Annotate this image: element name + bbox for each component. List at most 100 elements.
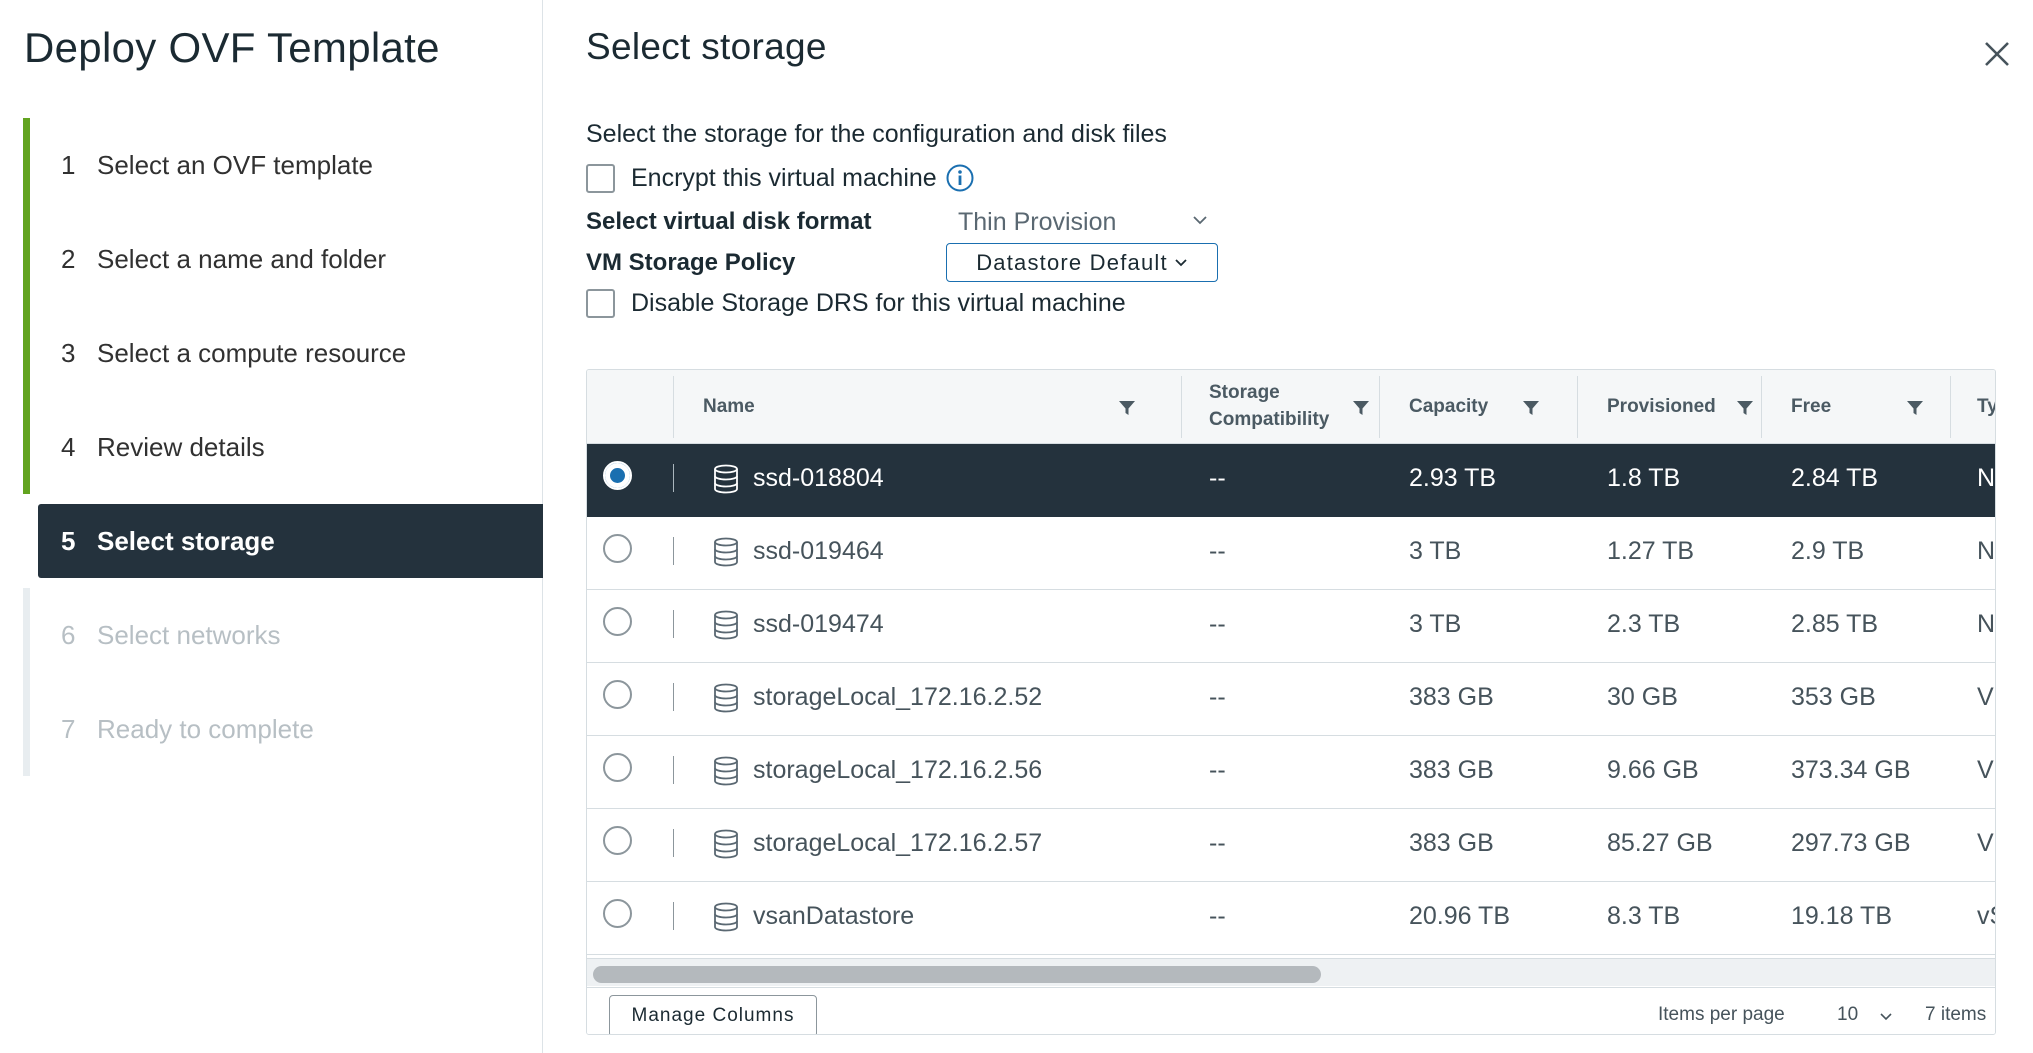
filter-icon[interactable] (1352, 399, 1370, 417)
row-radio-button[interactable] (603, 680, 632, 709)
scrollbar-thumb[interactable] (593, 966, 1321, 983)
cell-storage-compatibility: -- (1209, 610, 1226, 638)
cell-free: 19.18 TB (1791, 902, 1893, 930)
wizard-step-7: 7 Ready to complete (23, 682, 543, 776)
disable-drs-row: Disable Storage DRS for this virtual mac… (586, 289, 1126, 318)
row-separator (673, 902, 674, 930)
row-separator (673, 683, 674, 711)
encrypt-checkbox[interactable] (586, 163, 615, 193)
horizontal-scrollbar[interactable] (587, 958, 1995, 986)
column-separator (1761, 376, 1762, 438)
row-separator (673, 756, 674, 784)
row-radio-button[interactable] (603, 826, 632, 855)
row-separator (673, 464, 674, 492)
datastore-icon (714, 829, 738, 859)
table-row[interactable]: ssd-018804 -- 2.93 TB 1.8 TB 2.84 TB NF (587, 444, 1995, 517)
row-separator (673, 829, 674, 857)
column-separator (1379, 376, 1380, 438)
close-button[interactable] (1977, 34, 2017, 74)
chevron-down-icon (1193, 216, 1207, 225)
wizard-step-1[interactable]: 1 Select an OVF template (23, 118, 543, 212)
filter-icon[interactable] (1736, 399, 1754, 417)
datastore-grid: Name Storage Compatibility Capacity Prov… (586, 369, 1996, 1035)
wizard-steps: 1 Select an OVF template 2 Select a name a… (23, 118, 543, 776)
table-row[interactable]: vsanDatastore -- 20.96 TB 8.3 TB 19.18 TB vS (587, 882, 1995, 955)
disable-drs-checkbox[interactable] (586, 289, 615, 318)
cell-provisioned: 2.3 TB (1607, 610, 1681, 638)
step-number: 2 (61, 243, 76, 274)
cell-storage-compatibility: -- (1209, 537, 1226, 565)
cell-capacity: 3 TB (1409, 537, 1462, 565)
row-radio-button[interactable] (603, 534, 632, 563)
wizard-step-2[interactable]: 2 Select a name and folder (23, 212, 543, 306)
page-title: Select storage (586, 26, 827, 67)
storage-policy-dropdown[interactable]: Datastore Default (946, 243, 1218, 282)
column-header-capacity[interactable]: Capacity (1409, 370, 1488, 444)
cell-storage-compatibility: -- (1209, 464, 1226, 492)
cell-capacity: 383 GB (1409, 829, 1494, 857)
table-row[interactable]: storageLocal_172.16.2.52 -- 383 GB 30 GB 353… (587, 663, 1995, 736)
cell-type: NF (1977, 537, 1996, 565)
cell-free: 297.73 GB (1791, 829, 1911, 857)
cell-type: VI (1977, 756, 1995, 784)
cell-provisioned: 30 GB (1607, 683, 1678, 711)
table-row[interactable]: storageLocal_172.16.2.56 -- 383 GB 9.66 GB 3… (587, 736, 1995, 809)
disk-format-label: Select virtual disk format (586, 208, 872, 235)
cell-storage-compatibility: -- (1209, 683, 1226, 711)
column-header-name[interactable]: Name (703, 370, 755, 444)
items-per-page-value: 10 (1837, 1004, 1859, 1025)
step-progress-rail (23, 682, 30, 776)
wizard-nav: Deploy OVF Template 1 Select an OVF templ… (0, 0, 543, 1053)
step-number: 4 (61, 431, 76, 462)
chevron-down-icon (1880, 1013, 1892, 1021)
cell-capacity: 383 GB (1409, 683, 1494, 711)
cell-provisioned: 9.66 GB (1607, 756, 1699, 784)
column-header-provisioned[interactable]: Provisioned (1607, 370, 1716, 444)
column-header-storage-compatibility[interactable]: Storage Compatibility (1209, 370, 1329, 444)
cell-capacity: 2.93 TB (1409, 464, 1497, 492)
cell-capacity: 20.96 TB (1409, 902, 1511, 930)
step-number: 7 (61, 713, 76, 744)
cell-type: vS (1977, 902, 1995, 930)
column-header-type[interactable]: Ty (1977, 370, 1995, 444)
main-panel: Select storage Select the storage for th… (544, 0, 2033, 1053)
table-row[interactable]: ssd-019464 -- 3 TB 1.27 TB 2.9 TB NF (587, 517, 1995, 590)
step-number: 5 (61, 525, 76, 556)
info-icon[interactable] (945, 163, 975, 193)
items-count: 7 items (1925, 1004, 1987, 1025)
chevron-down-icon (1175, 258, 1187, 266)
step-number: 3 (61, 337, 76, 368)
cell-provisioned: 8.3 TB (1607, 902, 1681, 930)
manage-columns-button[interactable]: Manage Columns (609, 995, 817, 1034)
cell-free: 2.85 TB (1791, 610, 1879, 638)
row-radio-button[interactable] (603, 899, 632, 928)
table-row[interactable]: ssd-019474 -- 3 TB 2.3 TB 2.85 TB NF (587, 590, 1995, 663)
column-header-line: Storage (1209, 382, 1280, 404)
items-per-page-label: Items per page (1658, 1004, 1785, 1025)
cell-type: VI (1977, 683, 1995, 711)
wizard-step-3[interactable]: 3 Select a compute resource (23, 306, 543, 400)
filter-icon[interactable] (1906, 399, 1924, 417)
disk-format-select[interactable]: Thin Provision (956, 204, 1216, 240)
column-header-free[interactable]: Free (1791, 370, 1831, 444)
row-radio-button[interactable] (603, 753, 632, 782)
step-label: Select a compute resource (97, 337, 407, 368)
cell-free: 2.9 TB (1791, 537, 1865, 565)
row-separator (673, 610, 674, 638)
row-radio-button[interactable] (603, 461, 632, 490)
cell-capacity: 3 TB (1409, 610, 1462, 638)
wizard-step-4[interactable]: 4 Review details (23, 400, 543, 494)
cell-storage-compatibility: -- (1209, 902, 1226, 930)
row-radio-button[interactable] (603, 607, 632, 636)
step-number: 1 (61, 149, 76, 180)
filter-icon[interactable] (1522, 399, 1540, 417)
step-progress-rail (23, 400, 30, 494)
filter-icon[interactable] (1118, 399, 1136, 417)
datastore-icon (714, 683, 738, 713)
column-separator (673, 376, 674, 438)
step-progress-rail (23, 118, 30, 212)
items-per-page-select[interactable]: 10 (1827, 1000, 1901, 1034)
table-row[interactable]: storageLocal_172.16.2.57 -- 383 GB 85.27 GB… (587, 809, 1995, 882)
wizard-step-5-active[interactable]: 5 Select storage (38, 504, 543, 578)
grid-footer: Manage Columns Items per page 10 7 items (587, 987, 1995, 1034)
